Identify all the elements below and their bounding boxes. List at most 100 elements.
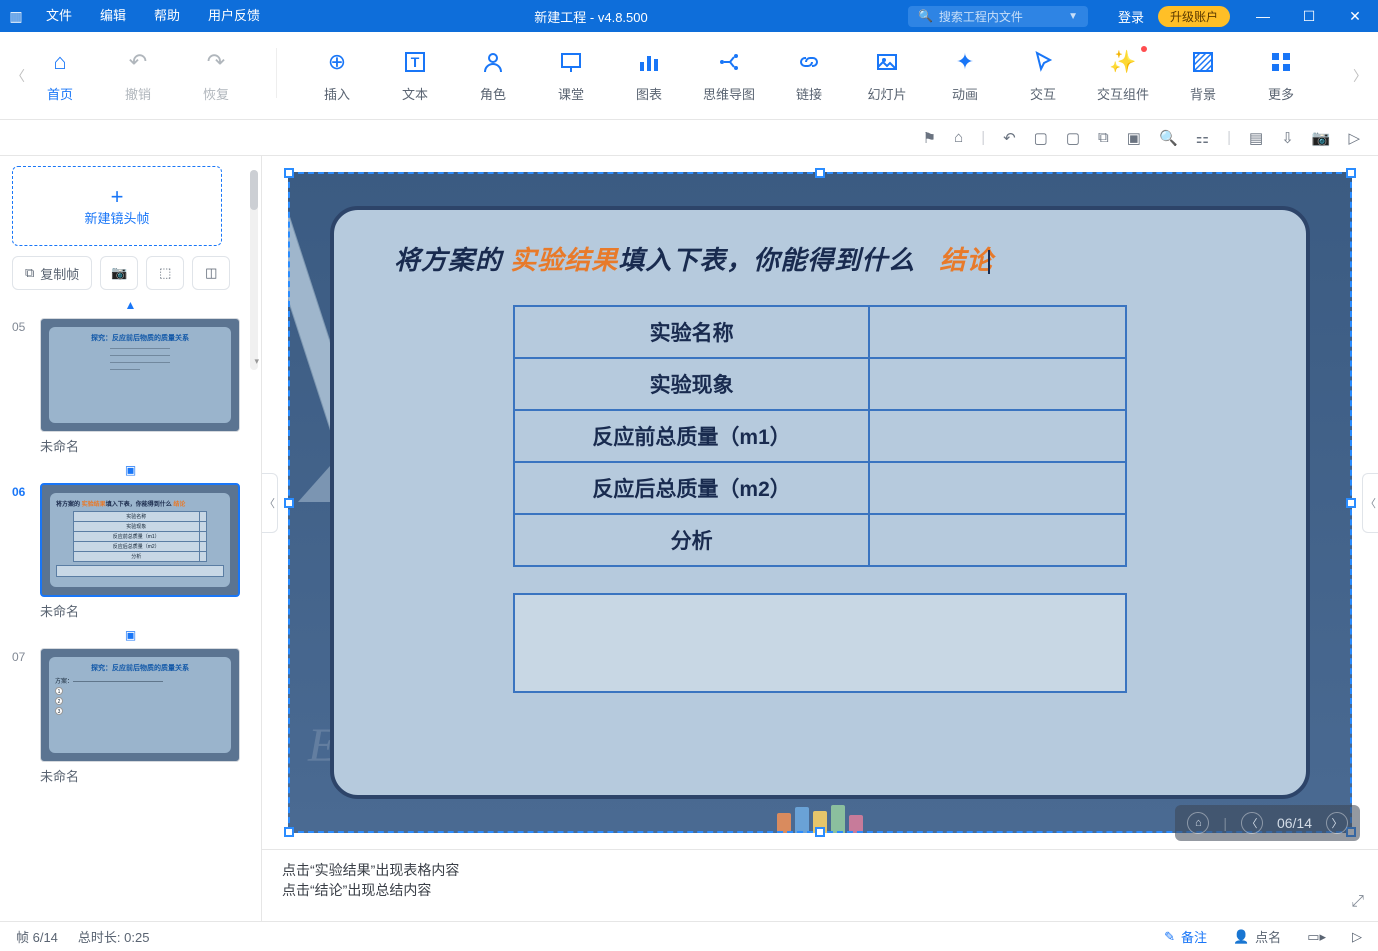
camera-button[interactable]: 📷: [100, 256, 138, 290]
toolbar-more[interactable]: 更多: [1257, 48, 1305, 103]
status-name-label: 点名: [1255, 927, 1281, 946]
grid-icon: [1267, 48, 1295, 76]
expand-right-button[interactable]: 〈: [1362, 473, 1378, 533]
resize-handle[interactable]: [1346, 498, 1356, 508]
toolbar-role[interactable]: 角色: [469, 48, 517, 103]
minimize-button[interactable]: —: [1240, 0, 1286, 32]
slide-thumbnail[interactable]: 将方案的 实验结果填入下表，你能得到什么 结论 实验名称实验现象反应前总质量（m…: [40, 483, 240, 597]
person-icon: 👤: [1233, 929, 1249, 945]
pager-home-icon[interactable]: ⌂: [1187, 812, 1209, 834]
upgrade-button[interactable]: 升级账户: [1158, 6, 1230, 27]
subtool-camera-icon[interactable]: 📷: [1312, 129, 1331, 147]
canvas[interactable]: 〈 〈 A=F·s E=mc² 将方案的 实验结果填入下表，你能得到什么: [262, 156, 1378, 849]
menu-feedback[interactable]: 用户反馈: [194, 0, 274, 32]
pager-prev-icon[interactable]: 〈: [1241, 812, 1263, 834]
menu-help[interactable]: 帮助: [140, 0, 194, 32]
subtool-play-icon[interactable]: ▷: [1348, 129, 1360, 147]
undo-icon: ↶: [124, 48, 152, 76]
resize-handle[interactable]: [1346, 168, 1356, 178]
subtool-back-icon[interactable]: ↶: [1003, 129, 1016, 147]
svg-text:T: T: [411, 54, 420, 70]
toolbar-anim[interactable]: ✦动画: [941, 48, 989, 103]
subtool-copy-icon[interactable]: ⧉: [1098, 129, 1109, 146]
toolbar-interact[interactable]: 交互: [1019, 48, 1067, 103]
toolbar-insert[interactable]: ⊕插入: [313, 48, 361, 103]
status-name-button[interactable]: 👤 点名: [1233, 927, 1281, 946]
transition-icon[interactable]: ▣: [12, 463, 249, 477]
resize-handle[interactable]: [284, 827, 294, 837]
toolbar-component-label: 交互组件: [1097, 84, 1149, 103]
toolbar-mindmap[interactable]: 思维导图: [703, 48, 755, 103]
status-duration: 总时长: 0:25: [78, 927, 150, 946]
redo-icon: ↷: [202, 48, 230, 76]
toolbar-undo[interactable]: ↶撤销: [114, 48, 162, 103]
panel-scroll-down-icon[interactable]: ▾: [254, 356, 259, 367]
crop-button[interactable]: ◫: [192, 256, 230, 290]
transition-icon[interactable]: ▣: [12, 628, 249, 642]
search-dropdown-icon[interactable]: ▼: [1068, 11, 1078, 22]
subtool-paste-icon[interactable]: ▣: [1127, 129, 1141, 147]
login-button[interactable]: 登录: [1104, 7, 1158, 26]
notes-line: 点击“结论”出现总结内容: [282, 880, 1358, 900]
subtool-search-icon[interactable]: 🔍: [1159, 129, 1178, 147]
subtool-home-icon[interactable]: ⌂: [954, 129, 963, 146]
qr-button[interactable]: ⬚: [146, 256, 184, 290]
panel-scrollbar[interactable]: [250, 170, 258, 370]
copy-frame-button[interactable]: ⧉复制帧: [12, 256, 92, 290]
resize-handle[interactable]: [815, 827, 825, 837]
toolbar-background-label: 背景: [1190, 84, 1216, 103]
status-present-button[interactable]: ▭▸: [1307, 929, 1326, 945]
resize-handle[interactable]: [284, 498, 294, 508]
subtool-flag-icon[interactable]: ⚑: [923, 129, 936, 147]
menu-file[interactable]: 文件: [32, 0, 86, 32]
canvas-pager: ⌂ | 〈 06/14 〉: [1175, 805, 1360, 841]
toolbar-chart[interactable]: 图表: [625, 48, 673, 103]
close-button[interactable]: ✕: [1332, 0, 1378, 32]
new-frame-button[interactable]: + 新建镜头帧: [12, 166, 222, 246]
window-controls: — ☐ ✕: [1240, 0, 1378, 32]
expand-left-button[interactable]: 〈: [262, 473, 278, 533]
person-icon: [479, 48, 507, 76]
subtool-layers-icon[interactable]: ▤: [1249, 129, 1263, 147]
subtool-grid-icon[interactable]: ⚏: [1196, 129, 1209, 147]
toolbar-text[interactable]: T文本: [391, 48, 439, 103]
subtool-download-icon[interactable]: ⇩: [1281, 129, 1294, 147]
slide-thumbnail[interactable]: 探究：反应前后物质的质量关系 方案：——————————————— 1 2 3: [40, 648, 240, 762]
resize-handle[interactable]: [815, 168, 825, 178]
status-note-button[interactable]: ✎备注: [1164, 927, 1207, 946]
slide-number: 06: [12, 483, 32, 597]
toolbar-background[interactable]: 背景: [1179, 48, 1227, 103]
toolbar-scroll-right[interactable]: 〉: [1352, 66, 1368, 86]
toolbar-slide[interactable]: 幻灯片: [863, 48, 911, 103]
subtool-page1-icon[interactable]: ▢: [1034, 129, 1048, 147]
toolbar-component[interactable]: ✨交互组件: [1097, 48, 1149, 103]
status-play-button[interactable]: ▷: [1352, 929, 1362, 945]
slide-selection[interactable]: A=F·s E=mc² 将方案的 实验结果填入下表，你能得到什么 结论: [288, 172, 1352, 833]
menu-edit[interactable]: 编辑: [86, 0, 140, 32]
notes-expand-icon[interactable]: ⤢: [1351, 893, 1364, 911]
subtool-page2-icon[interactable]: ▢: [1066, 129, 1080, 147]
slide-thumb-05: 05 探究：反应前后物质的质量关系———————————————————————…: [12, 318, 249, 455]
toolbar-link[interactable]: 链接: [785, 48, 833, 103]
copy-frame-label: 复制帧: [40, 264, 79, 283]
toolbar-scroll-left[interactable]: 〈: [10, 66, 26, 86]
pager-sep: |: [1223, 815, 1227, 831]
notes-area[interactable]: 点击“实验结果”出现表格内容 点击“结论”出现总结内容 ⤢: [262, 849, 1378, 921]
maximize-button[interactable]: ☐: [1286, 0, 1332, 32]
statusbar: 帧 6/14 总时长: 0:25 ✎备注 👤点名 ▭▸ ▷: [0, 921, 1378, 951]
search-box[interactable]: 🔍 搜索工程内文件 ▼: [908, 6, 1088, 27]
pager-next-icon[interactable]: 〉: [1326, 812, 1348, 834]
qr-icon: ⬚: [159, 265, 171, 281]
plus-circle-icon: ⊕: [323, 48, 351, 76]
collapse-up-icon[interactable]: ▲: [12, 298, 249, 312]
panel-tools: ⧉复制帧 📷 ⬚ ◫: [12, 256, 249, 290]
slide-name: 未命名: [40, 601, 249, 620]
slide-thumbnail[interactable]: 探究：反应前后物质的质量关系——————————————————————————…: [40, 318, 240, 432]
toolbar-class[interactable]: 课堂: [547, 48, 595, 103]
toolbar-home[interactable]: ⌂首页: [36, 48, 84, 103]
resize-handle[interactable]: [284, 168, 294, 178]
toolbar-redo[interactable]: ↷恢复: [192, 48, 240, 103]
subtool-sep: |: [981, 129, 985, 146]
home-icon: ⌂: [46, 48, 74, 76]
link-icon: [795, 48, 823, 76]
